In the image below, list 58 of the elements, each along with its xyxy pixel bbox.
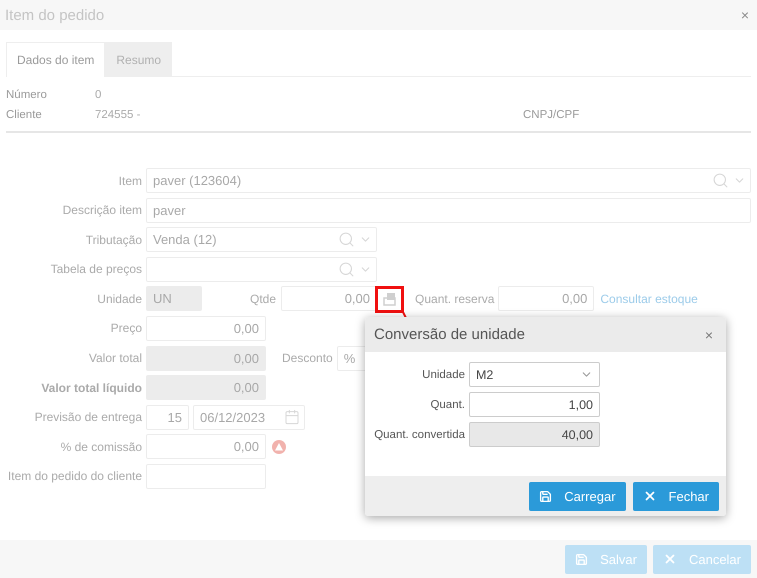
info-label: CNPJ/CPF (523, 109, 580, 121)
warning-icon (272, 440, 286, 454)
field-label: Descrição item (62, 203, 142, 218)
close-button[interactable]: Fechar (632, 482, 719, 510)
search-icon[interactable] (712, 172, 729, 189)
item-field[interactable]: paver (123604) (146, 168, 751, 193)
discount-field[interactable]: % (336, 346, 367, 371)
reserve-field[interactable]: 0,00 (498, 286, 594, 312)
field-label: % de comissão (60, 440, 142, 454)
search-icon[interactable] (338, 231, 355, 248)
close-button[interactable]: × (740, 7, 749, 23)
field-label: Item do pedido do cliente (6, 469, 142, 484)
close-button[interactable]: × (704, 326, 713, 342)
popup-title: Conversão de unidade (374, 326, 525, 343)
field-label: Quant. reserva (415, 292, 494, 306)
field-label: Tributação (84, 232, 142, 247)
quantity-field[interactable]: 1,00 (469, 392, 600, 417)
save-button[interactable]: Salvar (565, 544, 647, 574)
tab[interactable]: Resumo (105, 42, 172, 77)
close-icon[interactable] (642, 489, 657, 503)
field-label: Item (118, 174, 142, 188)
calendar-icon[interactable] (284, 409, 300, 426)
commission-field[interactable]: 0,00 (146, 434, 266, 460)
search-icon[interactable] (338, 260, 355, 278)
field-value: paver (123604) (153, 173, 242, 188)
days-field[interactable]: 15 (146, 404, 189, 430)
info-label: Número (6, 89, 48, 101)
info-value: 724555 - (95, 109, 142, 121)
field-label: Previsão de entrega (34, 410, 142, 424)
info-label: Cliente (6, 109, 43, 121)
field-value: Venda (12) (153, 232, 218, 248)
field-label: Quant. (429, 398, 465, 412)
load-button[interactable]: Carregar (529, 482, 626, 510)
field-label: Desconto (282, 351, 333, 366)
unit-select[interactable]: M2 (469, 362, 600, 387)
info-value: 0 (95, 89, 102, 101)
field-label: Quant. convertida (373, 428, 465, 442)
highlight-frame (375, 286, 404, 313)
field-value: 06/12/2023 (200, 410, 266, 425)
field-label: Valor total (88, 351, 142, 366)
quantity-field[interactable]: 0,00 (281, 286, 378, 312)
field-label: Tabela de preços (50, 262, 142, 276)
taxation-field[interactable]: Venda (12) (146, 227, 377, 252)
date-field[interactable]: 06/12/2023 (193, 404, 305, 430)
description-field[interactable]: paver (146, 198, 751, 223)
field-label: Preço (110, 321, 142, 336)
tab[interactable]: Dados do item (6, 42, 106, 77)
stock-link[interactable]: Consultar estoque (600, 292, 698, 306)
price-field[interactable]: 0,00 (146, 316, 266, 341)
price-table-field[interactable] (146, 256, 377, 282)
field-label: Unidade (96, 292, 142, 306)
close-icon[interactable] (662, 552, 677, 566)
field-label: Valor total líquido (40, 380, 142, 395)
cancel-button[interactable]: Cancelar (652, 544, 751, 574)
field-label: Qtde (250, 292, 276, 306)
field-label: Unidade (421, 368, 465, 382)
save-icon[interactable] (575, 552, 588, 566)
save-icon[interactable] (539, 490, 552, 502)
